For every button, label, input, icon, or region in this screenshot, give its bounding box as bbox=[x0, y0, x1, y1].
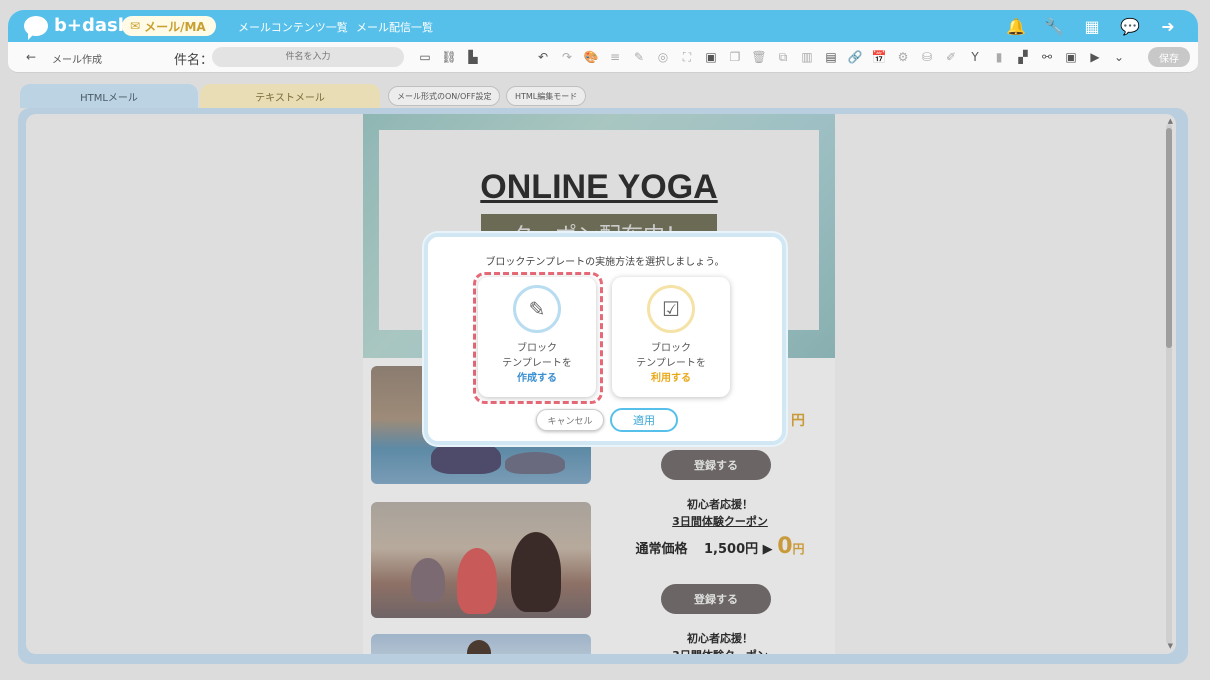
apply-button[interactable]: 適用 bbox=[610, 408, 678, 432]
subject-input[interactable] bbox=[212, 47, 404, 67]
photo-figure bbox=[431, 440, 501, 474]
chain-icon[interactable]: 🔗 bbox=[846, 48, 864, 66]
promo-line-2: 初心者応援！ bbox=[687, 632, 753, 645]
nav-mail-contents[interactable]: メールコンテンツ一覧 bbox=[238, 19, 348, 35]
add-block-icon[interactable]: ▞ bbox=[1014, 48, 1032, 66]
price-row-1: 通常価格 1,500円 ▶ 0円 bbox=[605, 534, 835, 559]
scrollbar-thumb[interactable] bbox=[1166, 128, 1172, 348]
pencil-icon: ✎ bbox=[513, 285, 561, 333]
logout-icon[interactable]: ➜ bbox=[1158, 16, 1178, 36]
photo-figure bbox=[505, 452, 565, 474]
gears-icon[interactable]: ⚙ bbox=[894, 48, 912, 66]
grid-icon[interactable]: ▦ bbox=[1082, 16, 1102, 36]
toolbar-icons: ▭ ⛓ ▙ ↶ ↷ 🎨 ≡ ✎ ◎ ⛶ ▣ ❐ 🗑 ⧉ ▥ ▤ 🔗 📅 ⚙ ⛁ … bbox=[416, 48, 1128, 66]
image-icon[interactable]: ▣ bbox=[702, 48, 720, 66]
hero-title: ONLINE YOGA bbox=[480, 168, 718, 206]
checkbox-edit-icon: ☑ bbox=[647, 285, 695, 333]
top-header: b+dash ✉ メール/MA メールコンテンツ一覧 メール配信一覧 🔔 🔧 ▦… bbox=[8, 10, 1198, 42]
logo-icon bbox=[24, 15, 48, 40]
copy-icon[interactable]: ❐ bbox=[726, 48, 744, 66]
bell-icon[interactable]: 🔔 bbox=[1006, 16, 1026, 36]
yoga-photo-2 bbox=[371, 502, 591, 618]
photo-figure bbox=[511, 532, 561, 612]
tab-text-mail[interactable]: テキストメール bbox=[200, 84, 380, 108]
create-template-card[interactable]: ✎ ブロック テンプレートを 作成する bbox=[478, 277, 596, 397]
play-icon[interactable]: ▶ bbox=[1086, 48, 1104, 66]
modal-title: ブロックテンプレートの実施方法を選択しましょう。 bbox=[485, 257, 725, 268]
link-chain-icon[interactable]: ⚯ bbox=[1038, 48, 1056, 66]
price-arrow: ▶ bbox=[762, 542, 773, 557]
mail-format-toggle-button[interactable]: メール形式のON/OFF設定 bbox=[388, 86, 501, 106]
logo-text: b+dash bbox=[54, 15, 131, 36]
chevron-down-icon[interactable]: ⌄ bbox=[1110, 48, 1128, 66]
calendar-icon[interactable]: 📅 bbox=[870, 48, 888, 66]
pen-icon[interactable]: ✎ bbox=[630, 48, 648, 66]
database-icon[interactable]: ⛁ bbox=[918, 48, 936, 66]
module-pill-mail-ma[interactable]: ✉ メール/MA bbox=[122, 16, 216, 36]
photo-figure bbox=[457, 548, 497, 614]
cancel-button[interactable]: キャンセル bbox=[536, 409, 604, 431]
create-card-line1: ブロック bbox=[517, 343, 557, 354]
undo-icon[interactable]: ↶ bbox=[534, 48, 552, 66]
mail-icon: ✉ bbox=[130, 19, 141, 33]
page-title: メール作成 bbox=[52, 55, 102, 66]
nav-mail-delivery[interactable]: メール配信一覧 bbox=[356, 19, 433, 35]
use-template-card[interactable]: ☑ ブロック テンプレートを 利用する bbox=[612, 277, 730, 397]
use-card-line2: テンプレートを bbox=[636, 358, 706, 369]
align-icon[interactable]: ≡ bbox=[606, 48, 624, 66]
register-button-2[interactable]: 登録する bbox=[661, 584, 771, 614]
filter-icon[interactable]: Y bbox=[966, 48, 984, 66]
chat-icon[interactable]: 💬 bbox=[1120, 16, 1140, 36]
user-card-icon[interactable]: ▣ bbox=[1062, 48, 1080, 66]
expand-icon[interactable]: ⛶ bbox=[678, 48, 696, 66]
scroll-down-icon[interactable]: ▼ bbox=[1168, 642, 1173, 650]
bars-icon[interactable]: ▮ bbox=[990, 48, 1008, 66]
editor-toolbar: ← メール作成 件名： ▭ ⛓ ▙ ↶ ↷ 🎨 ≡ ✎ ◎ ⛶ ▣ ❐ 🗑 ⧉ … bbox=[8, 42, 1198, 73]
price-unit: 円 bbox=[792, 542, 805, 556]
promo-coupon-link-1[interactable]: 3日間体験クーポン bbox=[605, 513, 835, 529]
scroll-up-icon[interactable]: ▲ bbox=[1168, 117, 1173, 125]
back-arrow-icon[interactable]: ← bbox=[26, 50, 36, 64]
module-pill-label: メール/MA bbox=[144, 19, 206, 34]
palette-icon[interactable]: 🎨 bbox=[582, 48, 600, 66]
block-template-modal: ブロックテンプレートの実施方法を選択しましょう。 ✎ ブロック テンプレートを … bbox=[424, 233, 786, 445]
price-regular: 1,500円 bbox=[704, 542, 759, 557]
use-card-action: 利用する bbox=[651, 373, 691, 384]
yoga-photo-3 bbox=[371, 634, 591, 654]
use-card-line1: ブロック bbox=[651, 343, 691, 354]
promo-line-1: 初心者応援！ bbox=[687, 498, 753, 511]
promo-coupon-link-2[interactable]: 3日間体験クーポン bbox=[605, 647, 835, 654]
app-logo[interactable]: b+dash bbox=[24, 15, 131, 40]
photo-figure bbox=[411, 558, 445, 602]
create-card-action: 作成する bbox=[517, 373, 557, 384]
rows-icon[interactable]: ▤ bbox=[822, 48, 840, 66]
columns-icon[interactable]: ▥ bbox=[798, 48, 816, 66]
header-icons: 🔔 🔧 ▦ 💬 ➜ bbox=[1006, 16, 1178, 36]
edit-box-icon[interactable]: ✐ bbox=[942, 48, 960, 66]
save-button[interactable]: 保存 bbox=[1148, 47, 1190, 67]
duplicate-icon[interactable]: ⧉ bbox=[774, 48, 792, 66]
editor-scrollbar[interactable] bbox=[1166, 124, 1172, 644]
target-icon[interactable]: ◎ bbox=[654, 48, 672, 66]
subject-label: 件名： bbox=[174, 53, 214, 68]
trash-icon[interactable]: 🗑 bbox=[750, 48, 768, 66]
html-edit-mode-button[interactable]: HTML編集モード bbox=[506, 86, 587, 106]
template-icon[interactable]: ▭ bbox=[416, 48, 434, 66]
redo-icon[interactable]: ↷ bbox=[558, 48, 576, 66]
doc-settings-icon[interactable]: ▙ bbox=[464, 48, 482, 66]
register-button-1[interactable]: 登録する bbox=[661, 450, 771, 480]
tab-html-mail[interactable]: HTMLメール bbox=[20, 84, 198, 108]
price-label: 通常価格 bbox=[635, 542, 688, 557]
price-new: 0 bbox=[777, 534, 793, 559]
partial-yen-label: 円 bbox=[791, 413, 805, 429]
link-icon[interactable]: ⛓ bbox=[440, 48, 458, 66]
create-card-line2: テンプレートを bbox=[502, 358, 572, 369]
photo-figure bbox=[467, 640, 491, 654]
wrench-icon[interactable]: 🔧 bbox=[1044, 16, 1064, 36]
